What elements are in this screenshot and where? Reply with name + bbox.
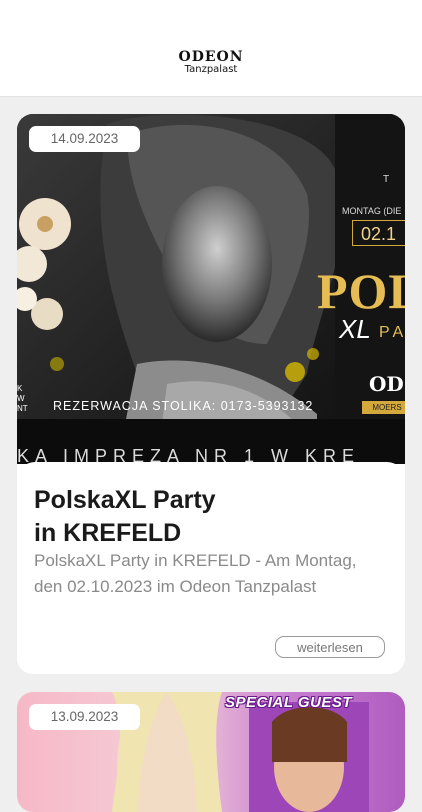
app-header: ODEON Tanzpalast [0, 0, 422, 97]
post-card[interactable]: 14.09.2023 T MONTAG (DIE 02.1 POL XL PA … [17, 114, 405, 674]
poster-brand-xl: XL [339, 314, 371, 344]
post-image[interactable]: 14.09.2023 T MONTAG (DIE 02.1 POL XL PA … [17, 114, 405, 464]
poster-brand: POL [317, 263, 405, 319]
poster-guest-label: SPECIAL GUEST [225, 694, 353, 711]
poster-side-text: K W NT [17, 384, 28, 414]
poster-phone: REZERWACJA STOLIKA: 0173-5393132 [53, 399, 314, 413]
poster-date: 02.1 [352, 220, 405, 246]
post-card[interactable]: 13.09.2023 SPECIAL GUEST [17, 692, 405, 812]
post-date-badge: 14.09.2023 [29, 126, 140, 152]
post-content: PolskaXL Party in KREFELD PolskaXL Party… [17, 462, 405, 674]
read-more-button[interactable]: weiterlesen [275, 636, 385, 658]
logo-word: ODEON [178, 49, 244, 65]
post-title[interactable]: PolskaXL Party in KREFELD [34, 484, 384, 550]
poster-side-line: NT [17, 404, 28, 413]
poster-brand-party: PA [379, 324, 405, 341]
poster-venue: OD [369, 372, 404, 396]
logo-subtitle: Tanzpalast [184, 64, 238, 75]
poster-venue-city: MOERS [362, 401, 405, 414]
odeon-logo[interactable]: ODEON Tanzpalast [0, 50, 422, 75]
poster-day-label: MONTAG (DIE [342, 206, 402, 216]
poster-side-line: W [17, 394, 25, 403]
poster-side-line: K [17, 384, 23, 393]
post-excerpt: PolskaXL Party in KREFELD - Am Montag, d… [34, 551, 357, 596]
poster-text: T [383, 174, 390, 185]
post-date-badge: 13.09.2023 [29, 704, 140, 730]
post-image[interactable]: 13.09.2023 SPECIAL GUEST [17, 692, 405, 812]
